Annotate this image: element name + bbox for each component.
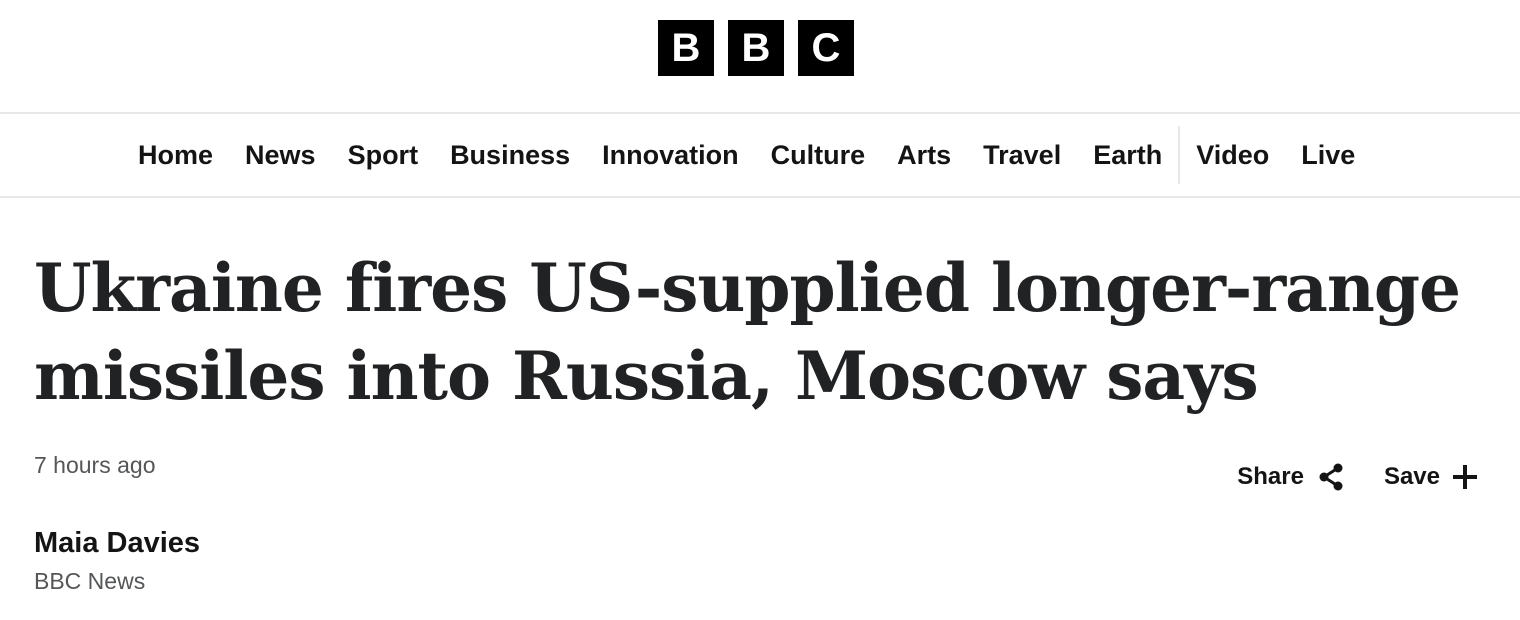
article-headline: Ukraine fires US-supplied longer-range m… [34, 249, 1461, 415]
author-name: Maia Davies [34, 527, 201, 559]
nav-item-arts[interactable]: Arts [881, 114, 967, 196]
masthead: B B C [0, 0, 1520, 114]
nav-item-news[interactable]: News [229, 114, 332, 196]
nav-item-business[interactable]: Business [434, 114, 586, 196]
share-label: Share [1237, 463, 1304, 490]
share-icon [1316, 462, 1346, 492]
article-timestamp: 7 hours ago [34, 452, 156, 478]
save-label: Save [1383, 463, 1440, 490]
nav-item-sport[interactable]: Sport [332, 114, 435, 196]
nav-item-travel[interactable]: Travel [967, 114, 1077, 196]
plus-icon [1452, 464, 1478, 490]
nav-item-home[interactable]: Home [122, 114, 229, 196]
logo-letter-b1: B [658, 20, 714, 76]
nav-item-video[interactable]: Video [1180, 114, 1285, 196]
save-button[interactable]: Save [1384, 463, 1478, 491]
main-navigation: Home News Sport Business Innovation Cult… [0, 114, 1520, 198]
author-organization: BBC News [34, 568, 146, 594]
nav-item-earth[interactable]: Earth [1077, 114, 1178, 196]
nav-list: Home News Sport Business Innovation Cult… [122, 114, 1371, 196]
nav-item-culture[interactable]: Culture [755, 114, 882, 196]
nav-item-live[interactable]: Live [1285, 114, 1371, 196]
logo-letter-c: C [798, 20, 854, 76]
bbc-logo[interactable]: B B C [658, 20, 854, 76]
logo-letter-b2: B [728, 20, 784, 76]
nav-item-innovation[interactable]: Innovation [586, 114, 755, 196]
article-actions: Share Save [1237, 462, 1478, 492]
share-button[interactable]: Share [1237, 462, 1346, 492]
